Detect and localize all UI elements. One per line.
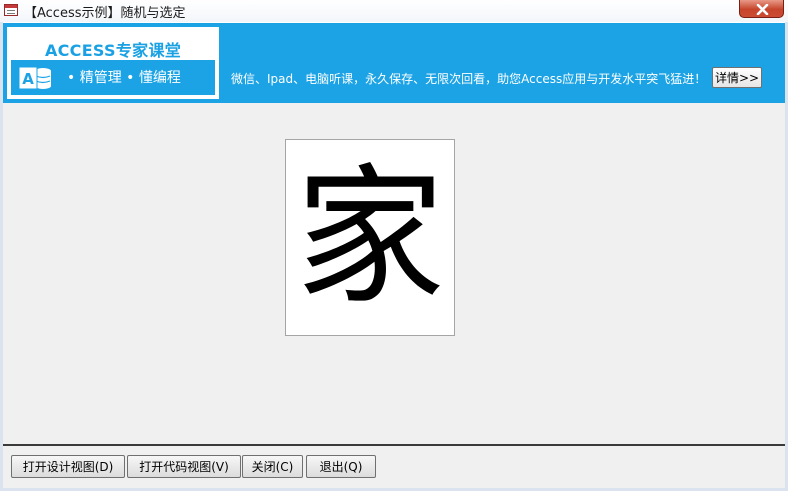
access-logo-icon: A xyxy=(18,66,51,90)
title-bar[interactable]: 【Access示例】随机与选定 xyxy=(0,0,788,22)
brand-panel: ACCESS专家课堂 A • 精管理 • 懂编程 xyxy=(7,27,219,99)
details-button[interactable]: 详情>> xyxy=(712,67,762,88)
access-form-icon[interactable] xyxy=(4,4,18,16)
promo-banner: ACCESS专家课堂 A • 精管理 • 懂编程 微信、Ipad、电脑听课，永久… xyxy=(3,23,785,103)
promo-text: 微信、Ipad、电脑听课，永久保存、无限次回看，助您Access应用与开发水平突… xyxy=(231,72,707,86)
brand-title: ACCESS专家课堂 xyxy=(44,41,182,60)
footer-toolbar: 打开设计视图(D) 打开代码视图(V) 关闭(C) 退出(Q) xyxy=(3,446,785,488)
close-window-button[interactable] xyxy=(739,0,784,18)
exit-button[interactable]: 退出(Q) xyxy=(306,455,376,478)
open-design-view-button[interactable]: 打开设计视图(D) xyxy=(11,455,125,478)
close-icon xyxy=(756,4,769,15)
close-button[interactable]: 关闭(C) xyxy=(242,455,303,478)
random-character: 家 xyxy=(294,151,445,325)
open-code-view-button[interactable]: 打开代码视图(V) xyxy=(127,455,241,478)
brand-slogan: • 精管理 • 懂编程 xyxy=(67,70,181,86)
app-window: 【Access示例】随机与选定 ACCESS专家课堂 A • 精管理 • 懂编程 xyxy=(0,0,788,491)
form-detail-area: 家 xyxy=(3,103,785,444)
window-title: 【Access示例】随机与选定 xyxy=(24,6,186,21)
brand-slogan-strip: A • 精管理 • 懂编程 xyxy=(11,60,215,95)
svg-text:A: A xyxy=(22,70,34,88)
character-display-box: 家 xyxy=(285,139,455,336)
